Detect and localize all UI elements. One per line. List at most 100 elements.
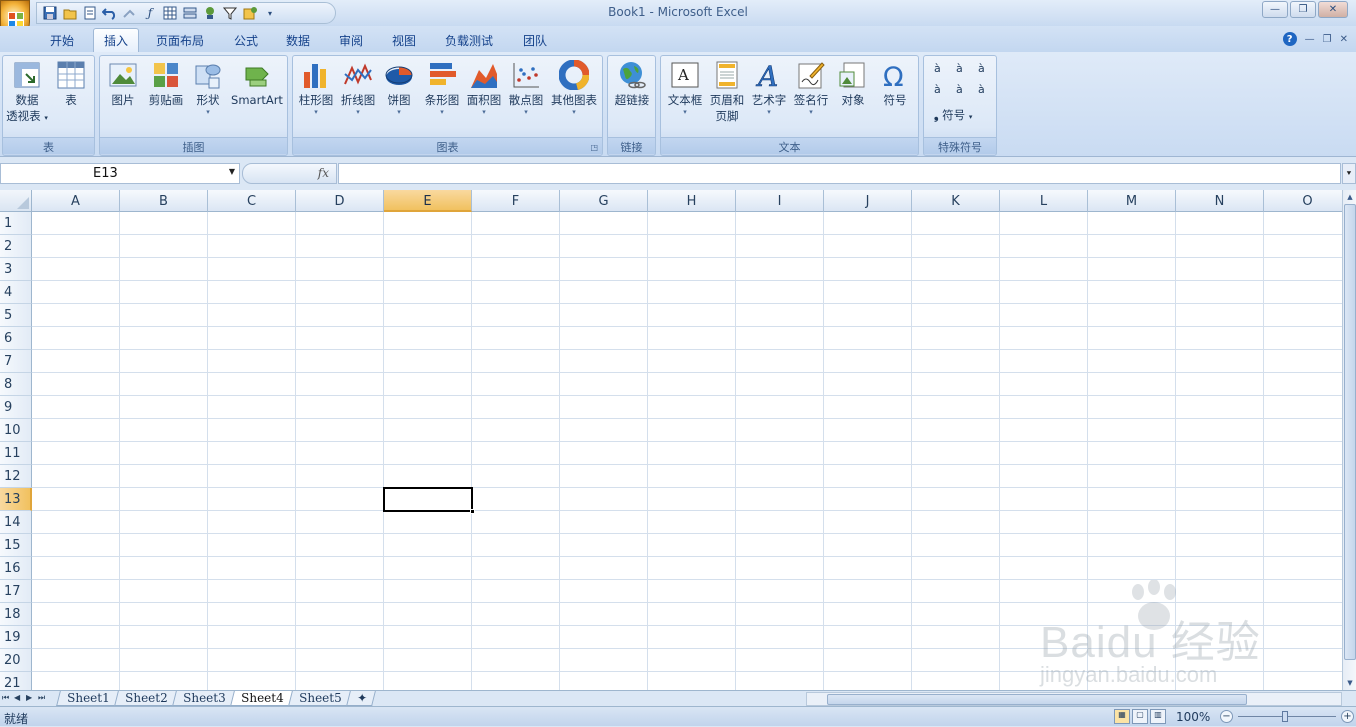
textbox-button[interactable]: A 文本框 ▾ [663,60,707,116]
active-cell[interactable] [383,487,475,514]
row-header-10[interactable]: 10 [0,419,32,442]
insert-sheet-button[interactable]: ✦ [346,691,376,706]
prev-sheet-icon[interactable]: ◀ [14,693,20,702]
doc-minimize-button[interactable]: — [1305,34,1315,45]
line-chart-button[interactable]: 折线图 ▾ [337,60,379,116]
horizontal-scrollbar[interactable] [806,692,1342,706]
tab-formulas[interactable]: 公式 [224,29,268,52]
page-break-view-icon[interactable]: ▥ [1150,709,1166,724]
row-header-12[interactable]: 12 [0,465,32,488]
column-header-l[interactable]: L [1000,190,1088,212]
sheet-tab-sheet4[interactable]: Sheet4 [230,691,295,706]
object-button[interactable]: 对象 [833,60,873,108]
row-header-18[interactable]: 18 [0,603,32,626]
doc-restore-button[interactable]: ❐ [1323,34,1332,45]
sheet-tab-sheet1[interactable]: Sheet1 [56,691,121,706]
column-header-k[interactable]: K [912,190,1000,212]
horizontal-scroll-thumb[interactable] [827,694,1247,705]
signature-line-button[interactable]: 签名行 ▾ [791,60,831,116]
tab-view[interactable]: 视图 [382,29,426,52]
sheet-tab-sheet2[interactable]: Sheet2 [114,691,179,706]
row-header-11[interactable]: 11 [0,442,32,465]
row-header-6[interactable]: 6 [0,327,32,350]
tab-team[interactable]: 团队 [513,29,557,52]
column-header-j[interactable]: J [824,190,912,212]
symbol-cell[interactable]: à [956,83,978,96]
row-header-21[interactable]: 21 [0,672,32,690]
row-header-3[interactable]: 3 [0,258,32,281]
tab-home[interactable]: 开始 [40,29,84,52]
zoom-slider[interactable]: − + [1220,710,1354,724]
maximize-button[interactable]: ❐ [1290,1,1316,18]
area-chart-button[interactable]: 面积图 ▾ [463,60,505,116]
cell-area[interactable] [32,212,1342,690]
row-header-19[interactable]: 19 [0,626,32,649]
normal-view-icon[interactable]: ▦ [1114,709,1130,724]
vertical-scroll-thumb[interactable] [1344,204,1356,660]
column-header-m[interactable]: M [1088,190,1176,212]
tab-review[interactable]: 审阅 [329,29,373,52]
symbol-cell[interactable]: à [934,62,956,75]
next-sheet-icon[interactable]: ▶ [26,693,32,702]
row-header-13[interactable]: 13 [0,488,32,511]
select-all-button[interactable] [0,190,32,212]
row-header-14[interactable]: 14 [0,511,32,534]
picture-button[interactable]: 图片 [104,60,142,108]
tab-data[interactable]: 数据 [276,29,320,52]
first-sheet-icon[interactable]: ⏮ [2,693,9,703]
shapes-button[interactable]: 形状 ▾ [190,60,226,116]
zoom-in-icon[interactable]: + [1341,710,1354,723]
wordart-button[interactable]: A 艺术字 ▾ [749,60,789,116]
tab-page-layout[interactable]: 页面布局 [146,29,214,52]
hyperlink-button[interactable]: 超链接 [610,60,654,108]
insert-function-icon[interactable]: fx [318,166,329,180]
column-header-c[interactable]: C [208,190,296,212]
column-chart-button[interactable]: 柱形图 ▾ [295,60,337,116]
column-header-h[interactable]: H [648,190,736,212]
sheet-tab-sheet5[interactable]: Sheet5 [288,691,353,706]
close-button[interactable]: ✕ [1318,1,1348,18]
zoom-level[interactable]: 100% [1176,710,1210,724]
table-button[interactable]: 表 [51,60,91,108]
bar-chart-button[interactable]: 条形图 ▾ [421,60,463,116]
vertical-scrollbar[interactable]: ▲ ▼ [1342,190,1356,690]
name-box[interactable]: E13 ▼ [0,163,240,184]
scroll-up-icon[interactable]: ▲ [1343,190,1356,204]
chevron-down-icon[interactable]: ▼ [229,167,235,176]
symbol-dropdown-button[interactable]: ❟ 符号 ▾ [934,107,972,123]
symbol-cell[interactable]: à [978,62,1000,75]
symbol-cell[interactable]: à [978,83,1000,96]
tab-insert[interactable]: 插入 [93,28,140,53]
scatter-chart-button[interactable]: 散点图 ▾ [505,60,547,116]
pivot-table-button[interactable]: 数据 透视表 ▾ [5,60,49,126]
column-header-n[interactable]: N [1176,190,1264,212]
pie-chart-button[interactable]: 饼图 ▾ [381,60,417,116]
doc-close-button[interactable]: ✕ [1340,34,1348,45]
column-header-f[interactable]: F [472,190,560,212]
smartart-button[interactable]: SmartArt [228,60,286,108]
column-header-e[interactable]: E [384,190,472,212]
column-header-b[interactable]: B [120,190,208,212]
column-header-i[interactable]: I [736,190,824,212]
column-header-d[interactable]: D [296,190,384,212]
row-header-5[interactable]: 5 [0,304,32,327]
fill-handle[interactable] [470,509,475,514]
row-header-1[interactable]: 1 [0,212,32,235]
clipart-button[interactable]: 剪贴画 [144,60,188,108]
column-header-g[interactable]: G [560,190,648,212]
dialog-launcher-icon[interactable]: ◳ [590,143,598,152]
row-header-8[interactable]: 8 [0,373,32,396]
header-footer-button[interactable]: 页眉和 页脚 [707,60,747,124]
row-header-15[interactable]: 15 [0,534,32,557]
row-header-4[interactable]: 4 [0,281,32,304]
help-icon[interactable]: ? [1282,32,1297,46]
row-header-9[interactable]: 9 [0,396,32,419]
row-header-7[interactable]: 7 [0,350,32,373]
expand-formula-bar-icon[interactable]: ⯆ [1342,163,1356,184]
zoom-knob[interactable] [1282,711,1288,722]
minimize-button[interactable]: — [1262,1,1288,18]
page-layout-view-icon[interactable]: ▢ [1132,709,1148,724]
formula-input[interactable] [338,163,1341,184]
row-header-20[interactable]: 20 [0,649,32,672]
sheet-tab-sheet3[interactable]: Sheet3 [172,691,237,706]
